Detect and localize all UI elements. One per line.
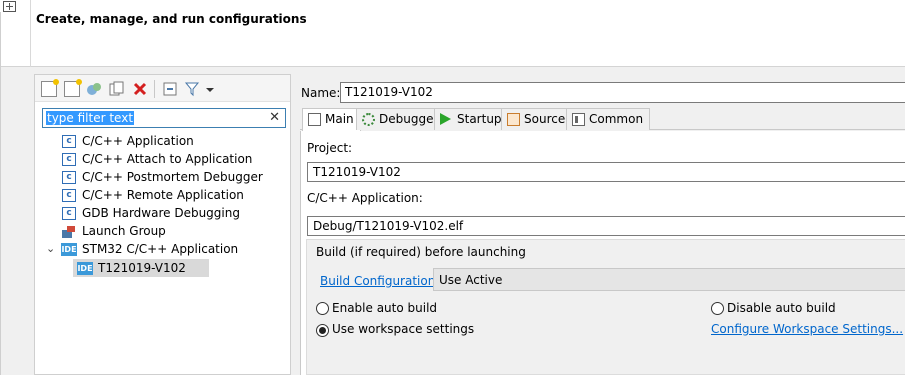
debugger-tab-icon [362,113,375,126]
tab-source[interactable]: Source [501,108,573,130]
tab-label: Source [524,112,566,126]
c-app-icon: c [62,207,76,220]
expand-chevron-down-icon[interactable]: ⌄ [46,240,55,258]
tree-toolbar [35,75,290,102]
main-tab-icon [308,113,321,126]
export-icon[interactable] [86,81,102,97]
tab-main[interactable]: Main [302,108,361,131]
view-menu-chevron-down-icon[interactable] [204,81,220,97]
enable-auto-build-label[interactable]: Enable auto build [332,301,437,315]
ide-icon: IDE [77,262,93,275]
tab-debugger[interactable]: Debugger [356,108,446,130]
project-field[interactable]: T121019-V102 [307,162,905,182]
enable-auto-build-radio[interactable] [316,302,329,315]
c-app-icon: c [62,135,76,148]
build-configuration-link[interactable]: Build Configuration: [320,274,439,288]
tab-label: Startup [457,112,502,126]
tab-label: Debugger [379,112,439,126]
tree-item-label: GDB Hardware Debugging [82,206,240,220]
app-field[interactable]: Debug/T121019-V102.elf [307,216,905,236]
filter-icon[interactable] [184,81,200,97]
use-workspace-settings-label[interactable]: Use workspace settings [332,322,474,336]
build-group: Build (if required) before launching Bui… [306,239,905,375]
main-tab-content: Project: T121019-V102 C/C++ Application:… [300,131,905,375]
tab-startup[interactable]: Startup [434,108,509,130]
tree-item-label: C/C++ Attach to Application [82,152,253,166]
tab-label: Common [589,112,644,126]
startup-tab-icon [440,113,451,125]
c-app-icon: c [62,189,76,202]
tree-item-label: STM32 C/C++ Application [82,242,239,256]
tree-item-label: T121019-V102 [98,261,186,275]
header-divider [30,0,31,67]
c-app-icon: c [62,171,76,184]
tab-label: Main [325,112,354,126]
dialog-title: Create, manage, and run configurations [36,12,307,26]
tree-item-label: C/C++ Application [82,134,194,148]
name-label: Name: [301,86,341,100]
disable-auto-build-label[interactable]: Disable auto build [727,301,836,315]
window-menu-icon[interactable] [3,1,16,12]
tab-common[interactable]: Common [566,108,651,130]
project-label: Project: [307,141,353,155]
disable-auto-build-radio[interactable] [711,302,724,315]
filter-input[interactable]: type filter text ✕ [42,108,286,128]
window-edge [0,12,1,375]
app-label: C/C++ Application: [307,191,423,205]
collapse-all-icon[interactable] [162,81,178,97]
toolbar-separator [154,80,155,98]
tree-item-label: C/C++ Postmortem Debugger [82,170,263,184]
filter-text: type filter text [46,111,135,125]
ide-icon: IDE [61,243,77,256]
c-app-icon: c [62,153,76,166]
configuration-tabs: Main Debugger Startup Source Common [300,108,905,131]
configuration-tree-panel: type filter text ✕ c C/C++ Application c… [34,74,291,375]
new-configuration-icon[interactable] [41,79,59,97]
clear-filter-icon[interactable]: ✕ [269,110,280,125]
source-tab-icon [507,113,520,126]
name-input[interactable]: T121019-V102 [340,82,905,103]
common-tab-icon [572,113,585,126]
build-configuration-select[interactable]: Use Active [433,268,905,291]
configure-workspace-settings-link[interactable]: Configure Workspace Settings... [711,322,903,336]
new-prototype-icon[interactable] [64,79,82,97]
duplicate-icon[interactable] [109,81,125,97]
tree-item-label: C/C++ Remote Application [82,188,244,202]
tree-item-label: Launch Group [82,224,166,238]
use-workspace-settings-radio[interactable] [316,324,329,337]
launch-group-icon [62,226,76,238]
delete-icon[interactable] [132,81,148,97]
dialog-header: Create, manage, and run configurations [0,0,905,67]
build-group-title: Build (if required) before launching [316,245,526,259]
